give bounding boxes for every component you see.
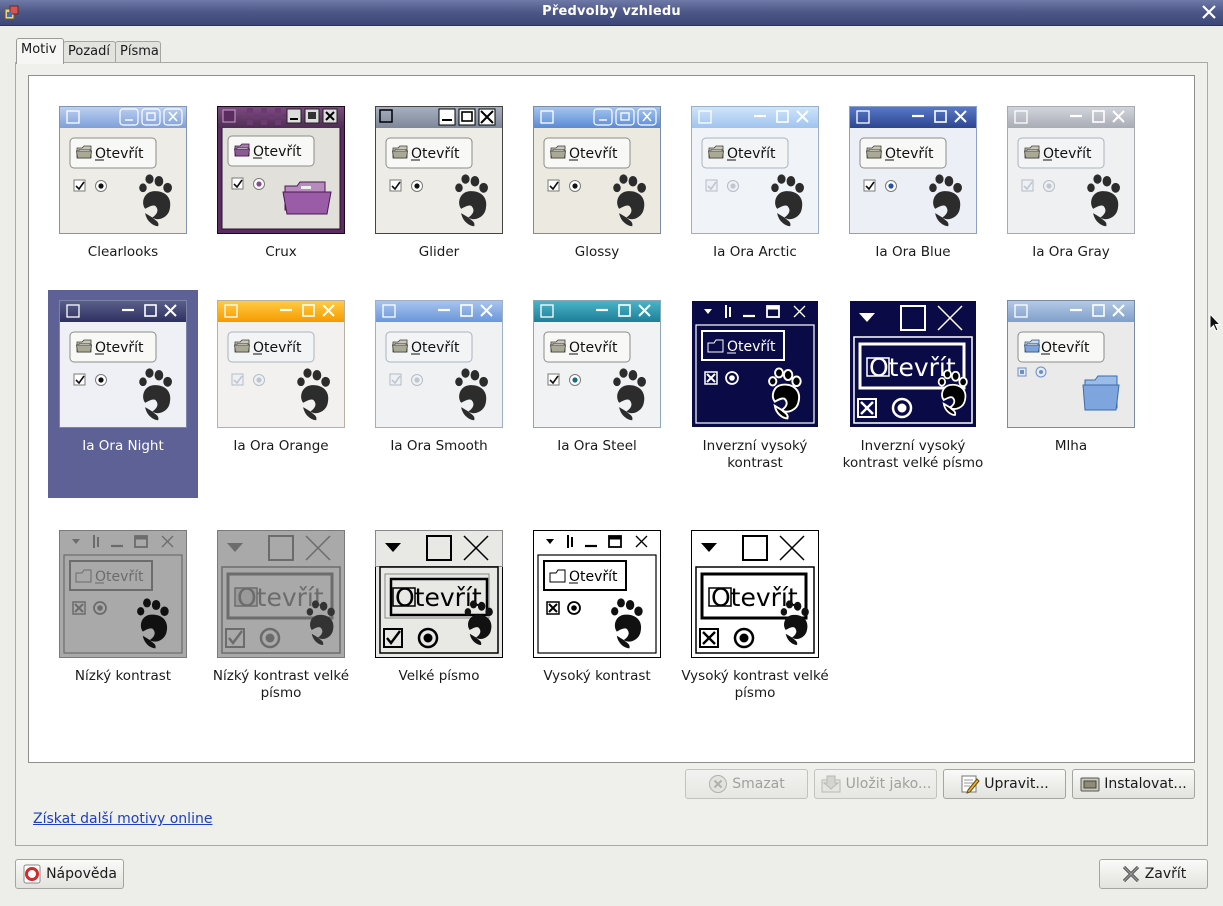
install-label: Instalovat... bbox=[1104, 776, 1187, 792]
theme-preview-thumbnail: Otevřít bbox=[375, 106, 503, 238]
theme-name: Ia Ora Gray bbox=[1032, 244, 1110, 260]
theme-item[interactable]: Otevřít Ia Ora Blue bbox=[838, 88, 988, 284]
theme-name: Mlha bbox=[1054, 438, 1088, 454]
theme-name: Nízký kontrast bbox=[74, 668, 172, 684]
theme-name: Inverzní vysoký kontrast bbox=[702, 438, 808, 471]
close-label: Zavřít bbox=[1144, 866, 1187, 882]
close-icon bbox=[1122, 865, 1139, 883]
theme-name: Ia Ora Steel bbox=[557, 438, 637, 454]
close-window-icon[interactable] bbox=[1201, 4, 1217, 20]
delete-label: Smazat bbox=[732, 776, 785, 792]
help-button[interactable]: Nápověda bbox=[15, 859, 124, 889]
theme-preview-thumbnail: Otevřít bbox=[691, 300, 819, 432]
window-titlebar[interactable]: Předvolby vzhledu bbox=[0, 0, 1223, 26]
theme-name: Inverzní vysoký kontrast velké písmo bbox=[842, 438, 984, 471]
theme-preview-thumbnail: Otevřít bbox=[849, 300, 977, 432]
theme-item[interactable]: Otevřít Inverzní vysoký kontrast bbox=[680, 290, 830, 498]
theme-item[interactable]: Otevřít Vysoký kontrast bbox=[522, 512, 672, 702]
svg-text:Otevřít: Otevřít bbox=[711, 583, 798, 612]
theme-preview-thumbnail: Otevřít bbox=[59, 300, 187, 432]
theme-item[interactable]: Otevřít Ia Ora Arctic bbox=[680, 88, 830, 284]
theme-item[interactable]: Otevřít Crux bbox=[206, 88, 356, 284]
theme-preview-thumbnail: Otevřít bbox=[1007, 300, 1135, 432]
install-button[interactable]: Instalovat... bbox=[1072, 769, 1195, 799]
theme-name: Glossy bbox=[574, 244, 620, 260]
theme-preview-thumbnail: Otevřít bbox=[217, 300, 345, 432]
delete-button[interactable]: Smazat bbox=[685, 769, 808, 799]
edit-label: Upravit... bbox=[984, 776, 1049, 792]
theme-item[interactable]: Otevřít Ia Ora Smooth bbox=[364, 290, 514, 498]
theme-preview-thumbnail: Otevřít bbox=[849, 106, 977, 238]
save-as-button[interactable]: Uložit jako... bbox=[814, 769, 937, 799]
theme-preview-thumbnail: Otevřít bbox=[533, 530, 661, 662]
save-as-label: Uložit jako... bbox=[845, 776, 932, 792]
theme-item[interactable]: Otevřít Inverzní vysoký kontrast velké p… bbox=[838, 290, 988, 498]
edit-icon bbox=[961, 775, 980, 794]
tab-pozadi[interactable]: Pozadí bbox=[63, 41, 116, 62]
theme-item[interactable]: Otevřít Nízký kontrast velké písmo bbox=[206, 512, 356, 702]
theme-name: Ia Ora Orange bbox=[233, 438, 329, 454]
theme-item[interactable]: Otevřít Glider bbox=[364, 88, 514, 284]
theme-item[interactable]: Otevřít Ia Ora Steel bbox=[522, 290, 672, 498]
close-button[interactable]: Zavřít bbox=[1099, 859, 1208, 889]
theme-name: Vysoký kontrast velké písmo bbox=[681, 668, 829, 701]
theme-preview-thumbnail: Otevřít bbox=[59, 530, 187, 662]
theme-item[interactable]: Otevřít Mlha bbox=[996, 290, 1146, 498]
theme-preview-thumbnail: Otevřít bbox=[217, 530, 345, 662]
theme-name: Nízký kontrast velké písmo bbox=[212, 668, 350, 701]
get-more-themes-link[interactable]: Získat další motivy online bbox=[33, 811, 212, 827]
theme-name: Velké písmo bbox=[398, 668, 480, 684]
tab-pisma[interactable]: Písma bbox=[115, 41, 161, 62]
theme-name: Vysoký kontrast bbox=[543, 668, 651, 684]
theme-item[interactable]: Otevřít Velké písmo bbox=[364, 512, 514, 702]
theme-name: Glider bbox=[418, 244, 460, 260]
theme-name: Ia Ora Smooth bbox=[390, 438, 488, 454]
theme-preview-thumbnail: Otevřít bbox=[691, 530, 819, 662]
theme-item[interactable]: Otevřít Ia Ora Gray bbox=[996, 88, 1146, 284]
theme-preview-thumbnail: Otevřít bbox=[1007, 106, 1135, 238]
svg-text:Otevřít: Otevřít bbox=[395, 583, 482, 612]
theme-name: Ia Ora Night bbox=[82, 438, 164, 454]
theme-item[interactable]: Otevřít Nízký kontrast bbox=[48, 512, 198, 702]
install-icon bbox=[1080, 777, 1100, 792]
edit-button[interactable]: Upravit... bbox=[943, 769, 1066, 799]
delete-icon bbox=[709, 775, 728, 793]
theme-preview-thumbnail: Otevřít bbox=[59, 106, 187, 238]
theme-list[interactable]: Otevřít Clearlooks Otevřít Crux Otevřít G… bbox=[28, 75, 1195, 763]
theme-item[interactable]: Otevřít Ia Ora Night bbox=[48, 290, 198, 498]
theme-item[interactable]: Otevřít Ia Ora Orange bbox=[206, 290, 356, 498]
help-icon bbox=[23, 864, 41, 884]
save-icon bbox=[821, 775, 841, 793]
theme-preview-thumbnail: Otevřít bbox=[533, 300, 661, 432]
theme-name: Ia Ora Blue bbox=[875, 244, 951, 260]
help-label: Nápověda bbox=[46, 866, 117, 882]
theme-preview-thumbnail: Otevřít bbox=[375, 300, 503, 432]
theme-item[interactable]: Otevřít Vysoký kontrast velké písmo bbox=[680, 512, 830, 702]
theme-preview-thumbnail: Otevřít bbox=[533, 106, 661, 238]
tab-motiv[interactable]: Motiv bbox=[16, 38, 64, 64]
theme-name: Crux bbox=[265, 244, 297, 260]
theme-preview-thumbnail: Otevřít bbox=[375, 530, 503, 662]
theme-preview-thumbnail: Otevřít bbox=[691, 106, 819, 238]
theme-name: Clearlooks bbox=[87, 244, 159, 260]
theme-preview-thumbnail: Otevřít bbox=[217, 106, 345, 238]
window-title: Předvolby vzhledu bbox=[542, 4, 681, 19]
theme-item[interactable]: Otevřít Glossy bbox=[522, 88, 672, 284]
mouse-pointer-icon bbox=[1209, 313, 1221, 332]
theme-item[interactable]: Otevřít Clearlooks bbox=[48, 88, 198, 284]
svg-text:Otevřít: Otevřít bbox=[237, 583, 324, 612]
theme-name: Ia Ora Arctic bbox=[713, 244, 797, 260]
